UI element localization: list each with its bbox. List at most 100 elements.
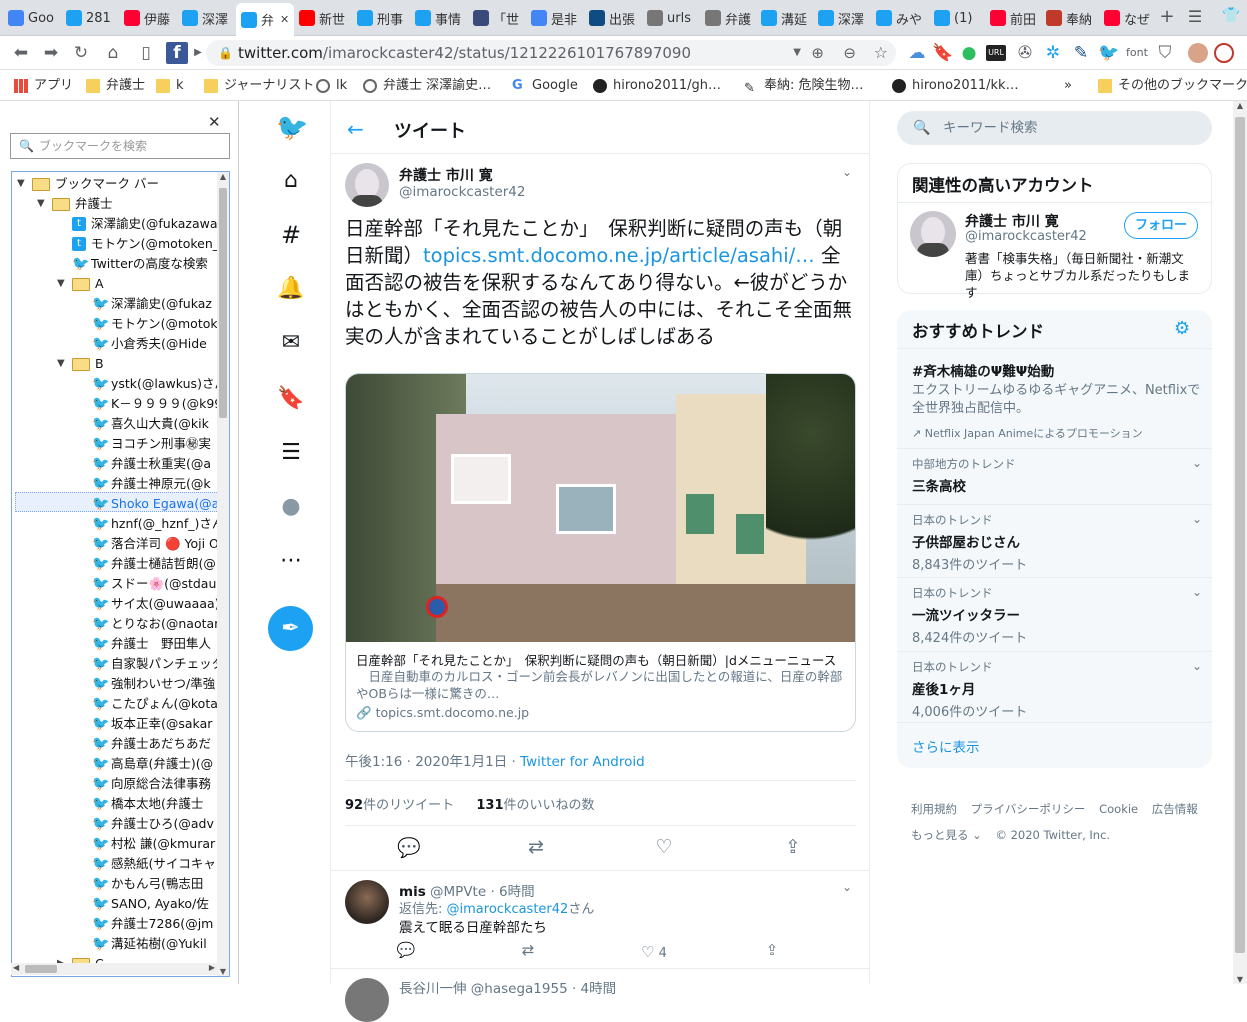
bookmark-entry[interactable]: 🐦 深澤諭史(@fukaz <box>92 294 212 314</box>
home-icon[interactable]: ⌂ <box>276 166 306 196</box>
reply-reply-icon[interactable]: 💬 <box>391 941 421 959</box>
font-extension-icon[interactable]: font <box>1126 42 1148 64</box>
reply-like-icon[interactable]: ♡ <box>641 943 654 961</box>
evernote-icon[interactable]: ● <box>958 42 980 64</box>
tab[interactable]: 出張 <box>584 3 642 33</box>
bookmark-entry[interactable]: 🐦 弁護士あだちあだ <box>92 734 211 754</box>
bookmark-entry[interactable]: 🐦 かもん弓(鴨志田 <box>92 874 203 894</box>
expand-arrow-icon[interactable]: ▼ <box>57 358 65 369</box>
tree-horizontal-scrollbar[interactable]: ◀ ▶ <box>11 963 217 975</box>
tab-active[interactable]: 弁 ✕ <box>236 3 294 36</box>
bookmark-entry[interactable]: t モトケン(@motoken_ <box>72 234 219 254</box>
author-avatar[interactable] <box>345 163 389 207</box>
bookmark-entry[interactable]: 🐦 とりなお(@naotar <box>92 614 219 634</box>
tab[interactable]: 伊藤 <box>119 3 177 33</box>
tab-list-menu-icon[interactable]: ☰ <box>1185 7 1205 27</box>
author-handle[interactable]: @imarockcaster42 <box>399 184 525 200</box>
bookmark-item[interactable]: ✎ 奉納: 危険生物… <box>744 76 864 96</box>
bookmark-entry[interactable]: 🐦 村松 謙(@kmurar <box>92 834 215 854</box>
twitter-search-input[interactable]: 🔍 キーワード検索 <box>897 111 1212 145</box>
extension-red-icon[interactable] <box>1214 43 1234 63</box>
bookmark-entry[interactable]: 🐦 弁護士秋重実(@a <box>92 454 211 474</box>
reply-menu-chevron-icon[interactable]: ⌄ <box>842 880 852 894</box>
bookmark-item[interactable]: » <box>1064 76 1072 96</box>
tab[interactable]: 前田 <box>985 3 1043 33</box>
explore-hashtag-icon[interactable]: # <box>276 220 306 250</box>
bookmark-entry[interactable]: 🐦 こたぴょん(@kota <box>92 694 218 714</box>
bookmark-item[interactable]: lk <box>316 76 347 96</box>
bookmark-entry[interactable]: t 深澤諭史(@fukazawa <box>72 214 217 234</box>
new-tab-button[interactable]: + <box>1157 7 1177 27</box>
toolbar-overflow-icon[interactable]: ▶ <box>193 42 203 64</box>
tab[interactable]: 281 <box>61 3 119 33</box>
tab[interactable]: Goo <box>3 3 61 33</box>
bookmark-entry[interactable]: 🐦 感熱紙(サイコキャ <box>92 854 216 874</box>
tab[interactable]: 奉納 <box>1041 3 1099 33</box>
tree-hscroll-thumb[interactable] <box>25 965 57 973</box>
footer-more[interactable]: もっと見る <box>911 828 969 842</box>
trend-menu-chevron-icon[interactable]: ⌄ <box>1192 456 1202 470</box>
retweet-count[interactable]: 92 <box>345 798 363 813</box>
bookmark-folder[interactable]: A <box>72 274 104 294</box>
expand-arrow-icon[interactable]: ▼ <box>57 278 65 289</box>
bookmark-entry[interactable]: 🐦 K－９９９９(@k99 <box>92 394 222 414</box>
bookmark-entry[interactable]: 🐦 弁護士樋詰哲朗(@ <box>92 554 216 574</box>
tab-close-icon[interactable]: ✕ <box>280 13 289 26</box>
bookmark-entry[interactable]: 🐦 弁護士 野田隼人 <box>92 634 211 654</box>
extension-bookmark-icon[interactable]: 🔖 <box>932 42 954 64</box>
bookmark-entry[interactable]: 🐦 向原総合法律事務 <box>92 774 211 794</box>
bookmark-entry[interactable]: 🐦 サイ太(@uwaaaa) <box>92 594 220 614</box>
next-reply-header[interactable]: 長谷川一伸 @hasega1955 · 4時間 <box>399 977 616 997</box>
extension-grid-icon[interactable]: ✲ <box>1042 42 1064 64</box>
tweet-link[interactable]: topics.smt.docomo.ne.jp/article/asahi/… <box>423 244 815 267</box>
bookmark-item[interactable]: アプリ <box>14 76 73 96</box>
bookmark-folder[interactable]: ブックマーク バー <box>32 174 159 194</box>
retweet-label[interactable]: 件のリツイート <box>363 798 454 813</box>
tweet-source[interactable]: Twitter for Android <box>520 754 645 770</box>
tab[interactable]: 深澤 <box>177 3 235 33</box>
user-avatar-icon[interactable] <box>1188 43 1208 63</box>
trend-item[interactable]: 日本のトレンド 一流ツイッタラー 8,424件のツイート ⌄ <box>912 585 1202 646</box>
tab[interactable]: 「世 <box>468 3 526 33</box>
compose-tweet-button[interactable]: ✒ <box>268 606 313 651</box>
reload-icon[interactable]: ↻ <box>70 42 92 64</box>
home-icon[interactable]: ⌂ <box>102 42 124 64</box>
page-scroll-down-icon[interactable]: ▼ <box>1233 975 1247 984</box>
tweet-timestamp[interactable]: 午後1:16 · 2020年1月1日 · <box>345 754 520 770</box>
like-label[interactable]: 件のいいねの数 <box>504 798 595 813</box>
bookmark-item[interactable]: 弁護士 <box>86 76 145 96</box>
reply-retweet-icon[interactable]: ⇄ <box>513 941 543 959</box>
trend-item[interactable]: 中部地方のトレンド 三条高校 ⌄ <box>912 456 1202 495</box>
twitter-extension-icon[interactable]: 🐦 <box>1098 42 1120 64</box>
tree-scroll-thumb[interactable] <box>219 188 227 418</box>
page-vertical-scrollbar[interactable]: ▲ ▼ <box>1233 101 1247 984</box>
tree-scroll-left-icon[interactable]: ◀ <box>13 963 19 972</box>
tab[interactable]: 溝延 <box>756 3 814 33</box>
author-name[interactable]: 弁護士 市川 寛 <box>399 165 493 185</box>
tab[interactable]: なぜ <box>1099 3 1157 33</box>
bookmark-entry[interactable]: 🐦 溝延祐樹(@Yukil <box>92 934 207 954</box>
reply-to-handle[interactable]: @imarockcaster42 <box>447 902 569 917</box>
share-icon[interactable]: ⇪ <box>778 836 808 858</box>
bookmark-entry[interactable]: 🐦 ヨコチン刑事㊙実 <box>92 434 211 454</box>
bookmark-entry[interactable]: 🐦 落合洋司 🔴 Yoji O <box>92 534 219 554</box>
zoom-out-icon[interactable]: ⊖ <box>843 40 856 66</box>
promoted-trend[interactable]: #斉木楠雄のΨ難Ψ始動 エクストリームゆるゆるギャグアニメ、Netflixで全世… <box>912 360 1202 441</box>
extension-cloud-icon[interactable]: ☁ <box>906 42 928 64</box>
bookmark-manager-icon[interactable]: ▯ <box>135 42 157 64</box>
tab[interactable]: 深澤 <box>813 3 871 33</box>
follow-button[interactable]: フォロー <box>1124 212 1198 239</box>
notifications-bell-icon[interactable]: 🔔 <box>276 274 306 304</box>
footer-terms[interactable]: 利用規約 <box>911 802 957 816</box>
bookmark-entry[interactable]: 🐦 坂本正幸(@sakar <box>92 714 212 734</box>
like-count[interactable]: 131 <box>476 798 503 813</box>
bookmark-entry[interactable]: 🐦 SANO, Ayako/佐 <box>92 894 209 914</box>
trend-menu-chevron-icon[interactable]: ⌄ <box>1192 659 1202 673</box>
extension-gear-icon[interactable]: ✇ <box>1014 42 1036 64</box>
bookmark-entry[interactable]: 🐦 橋本太地(弁護士 <box>92 794 203 814</box>
bookmark-entry[interactable]: 🐦 高島章(弁護士)(@ <box>92 754 213 774</box>
related-handle[interactable]: @imarockcaster42 <box>965 229 1087 244</box>
tree-vertical-scrollbar[interactable]: ▲ ▼ <box>217 172 229 976</box>
extension-pen-icon[interactable]: ✎ <box>1070 42 1092 64</box>
tab[interactable]: (1) <box>929 3 987 33</box>
